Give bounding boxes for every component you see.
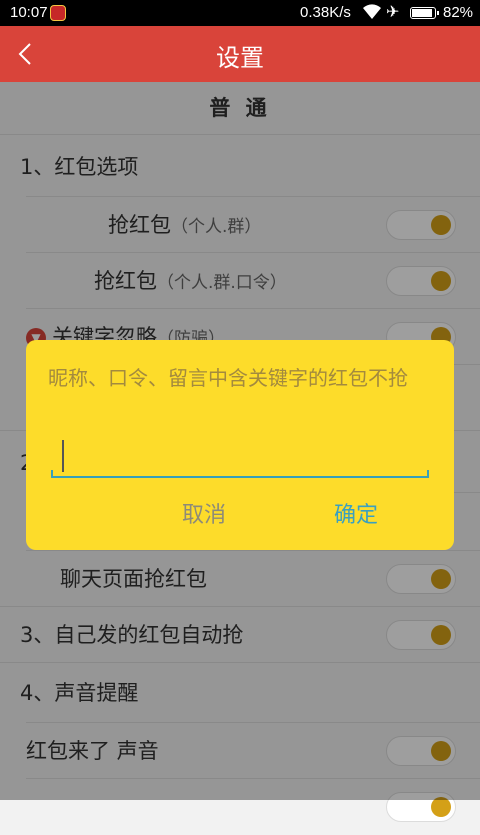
- confirm-button[interactable]: 确定: [328, 496, 384, 536]
- network-speed: 0.38K/s: [300, 4, 351, 21]
- battery-percent: 82%: [443, 4, 474, 21]
- app-notification-icon: [50, 5, 66, 21]
- input-underline: [51, 470, 429, 478]
- text-cursor: [62, 440, 64, 472]
- title-bar: 设置: [0, 26, 480, 82]
- dialog-message: 昵称、口令、留言中含关键字的红包不抢: [48, 366, 408, 390]
- keyword-dialog: 昵称、口令、留言中含关键字的红包不抢 取消 确定: [26, 340, 454, 550]
- airplane-mode-icon: ✈: [386, 4, 400, 21]
- page-title: 设置: [216, 44, 264, 72]
- toggle-knob: [431, 797, 451, 817]
- wifi-icon: [362, 3, 382, 25]
- keyword-input-wrap: [51, 440, 429, 478]
- status-time: 10:07: [10, 4, 48, 21]
- status-bar: 10:07 0.38K/s ✈ 82%: [0, 0, 480, 26]
- cancel-button[interactable]: 取消: [176, 496, 232, 536]
- battery-icon: [410, 7, 439, 19]
- keyword-input[interactable]: [51, 440, 429, 476]
